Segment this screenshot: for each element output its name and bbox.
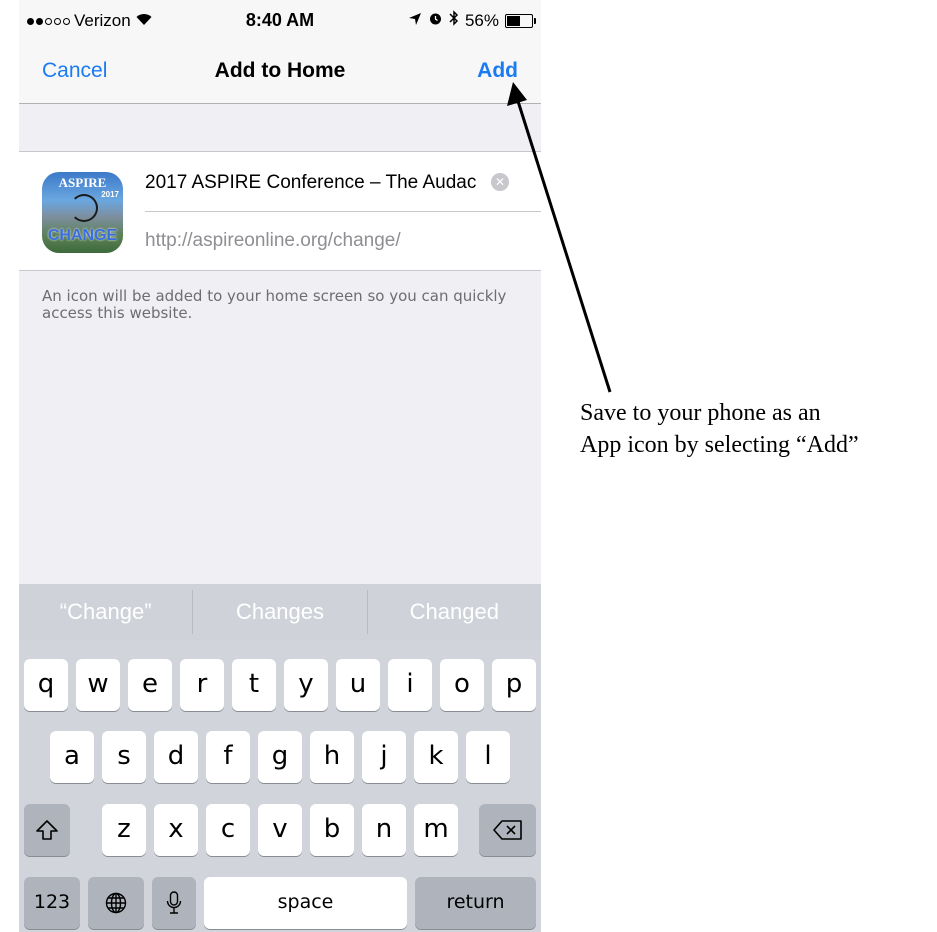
alarm-icon bbox=[428, 11, 443, 31]
key-s[interactable]: s bbox=[102, 731, 146, 783]
keyboard: 123 space return qwertyuiop asdfghjkl zxcv… bbox=[19, 640, 541, 932]
shift-key[interactable] bbox=[24, 804, 70, 856]
predictive-text-bar: “Change” Changes Changed bbox=[19, 584, 541, 640]
key-j[interactable]: j bbox=[362, 731, 406, 783]
key-c[interactable]: c bbox=[206, 804, 250, 856]
key-n[interactable]: n bbox=[362, 804, 406, 856]
status-bar: Verizon 8:40 AM 56% bbox=[19, 0, 541, 40]
key-r[interactable]: r bbox=[180, 659, 224, 711]
globe-key[interactable] bbox=[88, 877, 144, 929]
key-o[interactable]: o bbox=[440, 659, 484, 711]
field-divider bbox=[145, 211, 541, 212]
key-x[interactable]: x bbox=[154, 804, 198, 856]
suggestion-2[interactable]: Changes bbox=[193, 584, 366, 640]
bookmark-url: http://aspireonline.org/change/ bbox=[145, 230, 401, 251]
add-button[interactable]: Add bbox=[477, 59, 518, 83]
shift-arrow-icon bbox=[36, 819, 58, 840]
aspire-app-icon: ASPIRE 2017 CHANGE bbox=[42, 172, 123, 253]
bookmark-title-field[interactable]: 2017 ASPIRE Conference – The Audac bbox=[145, 172, 476, 194]
space-key[interactable]: space bbox=[204, 877, 407, 929]
battery-percent: 56% bbox=[464, 10, 499, 30]
key-g[interactable]: g bbox=[258, 731, 302, 783]
key-y[interactable]: y bbox=[284, 659, 328, 711]
globe-icon bbox=[105, 892, 127, 913]
dictation-key[interactable] bbox=[152, 877, 196, 929]
status-right: 56% bbox=[408, 10, 536, 31]
return-key[interactable]: return bbox=[415, 877, 536, 929]
key-b[interactable]: b bbox=[310, 804, 354, 856]
key-u[interactable]: u bbox=[336, 659, 380, 711]
key-z[interactable]: z bbox=[102, 804, 146, 856]
key-e[interactable]: e bbox=[128, 659, 172, 711]
key-p[interactable]: p bbox=[492, 659, 536, 711]
bluetooth-icon bbox=[449, 10, 459, 31]
navigation-bar: Cancel Add to Home Add bbox=[19, 40, 541, 104]
bookmark-card: ASPIRE 2017 CHANGE 2017 ASPIRE Conferenc… bbox=[19, 151, 541, 271]
key-t[interactable]: t bbox=[232, 659, 276, 711]
battery-icon bbox=[505, 13, 536, 28]
key-v[interactable]: v bbox=[258, 804, 302, 856]
key-q[interactable]: q bbox=[24, 659, 68, 711]
key-d[interactable]: d bbox=[154, 731, 198, 783]
phone-screen: Verizon 8:40 AM 56% Cancel Add to Home A… bbox=[19, 0, 541, 932]
key-h[interactable]: h bbox=[310, 731, 354, 783]
key-i[interactable]: i bbox=[388, 659, 432, 711]
key-k[interactable]: k bbox=[414, 731, 458, 783]
key-a[interactable]: a bbox=[50, 731, 94, 783]
key-m[interactable]: m bbox=[414, 804, 458, 856]
backspace-icon bbox=[492, 819, 522, 840]
numbers-key[interactable]: 123 bbox=[24, 877, 80, 929]
microphone-icon bbox=[166, 890, 182, 914]
clear-text-icon[interactable]: ✕ bbox=[491, 173, 509, 191]
page-title: Add to Home bbox=[214, 59, 346, 82]
key-w[interactable]: w bbox=[76, 659, 120, 711]
suggestion-1[interactable]: “Change” bbox=[19, 584, 192, 640]
location-arrow-icon bbox=[408, 11, 422, 31]
delete-key[interactable] bbox=[479, 804, 536, 856]
suggestion-3[interactable]: Changed bbox=[368, 584, 541, 640]
key-f[interactable]: f bbox=[206, 731, 250, 783]
key-l[interactable]: l bbox=[466, 731, 510, 783]
info-footnote: An icon will be added to your home scree… bbox=[42, 287, 507, 322]
instruction-annotation: Save to your phone as an App icon by sel… bbox=[580, 400, 859, 458]
